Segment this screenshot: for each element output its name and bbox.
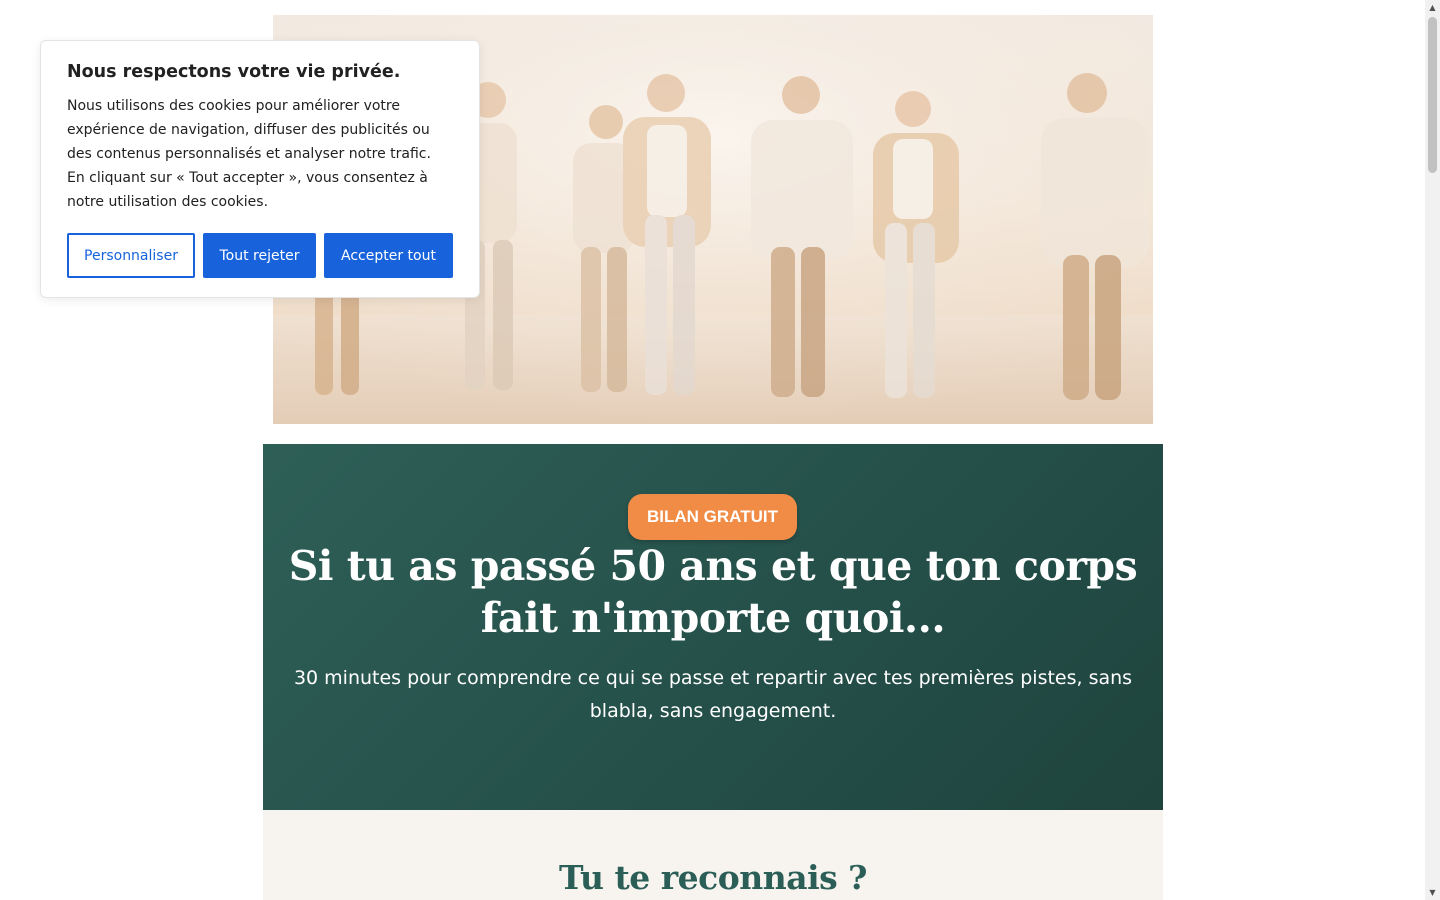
scroll-up-icon[interactable]: ▲: [1425, 0, 1440, 15]
cookie-consent-popup: Nous respectons votre vie privée. Nous u…: [40, 40, 480, 298]
section-title: Tu te reconnais ?: [558, 858, 868, 897]
cookie-title: Nous respectons votre vie privée.: [67, 62, 401, 82]
page-scrollbar[interactable]: ▲ ▼: [1425, 0, 1440, 900]
hero-banner: BILAN GRATUIT Si tu as passé 50 ans et q…: [263, 444, 1163, 810]
free-assessment-badge: BILAN GRATUIT: [628, 494, 797, 540]
cookie-description: Nous utilisons des cookies pour améliore…: [67, 98, 431, 210]
scroll-thumb[interactable]: [1428, 17, 1437, 173]
scroll-down-icon[interactable]: ▼: [1425, 885, 1440, 900]
recognize-section: Tu te reconnais ?: [263, 810, 1163, 900]
customize-button[interactable]: Personnaliser: [67, 233, 195, 278]
banner-subline: 30 minutes pour comprendre ce qui se pas…: [293, 667, 1133, 722]
cookie-actions: Personnaliser Tout rejeter Accepter tout: [67, 233, 453, 278]
accept-all-button[interactable]: Accepter tout: [324, 233, 453, 278]
banner-headline: Si tu as passé 50 ans et que ton corps f…: [288, 542, 1138, 642]
reject-all-button[interactable]: Tout rejeter: [203, 233, 316, 278]
